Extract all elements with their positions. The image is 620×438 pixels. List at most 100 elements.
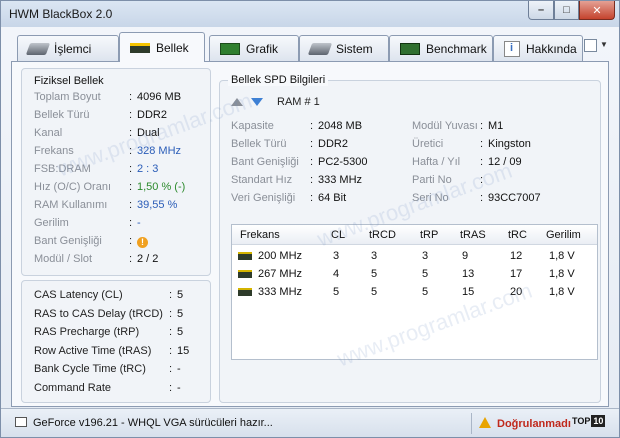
table-cell: 4 bbox=[333, 268, 340, 280]
gpu-icon bbox=[220, 42, 240, 55]
column-header[interactable]: tRC bbox=[508, 229, 527, 241]
status-divider bbox=[471, 413, 472, 434]
row-colon: : bbox=[169, 326, 173, 338]
row-value: - bbox=[137, 217, 141, 229]
table-row: 333 MHz 5 5 5 15 20 1,8 V bbox=[232, 284, 597, 302]
table-cell: 13 bbox=[462, 268, 475, 280]
row-label: Bank Cycle Time (tRC) bbox=[34, 363, 146, 375]
row-colon: : bbox=[480, 174, 484, 186]
timing-row: RAS to CAS Delay (tRCD):5 bbox=[22, 308, 210, 326]
memory-page: Fiziksel Bellek Toplam Boyut:4096 MB Bell… bbox=[11, 61, 609, 407]
row-colon: : bbox=[169, 363, 173, 375]
row-colon: : bbox=[169, 289, 173, 301]
info-row: Gerilim: - bbox=[22, 217, 210, 235]
tab-benchmark[interactable]: Benchmark bbox=[389, 35, 493, 61]
row-value: 15 bbox=[177, 344, 190, 357]
row-colon: : bbox=[480, 156, 484, 168]
tab-memory[interactable]: Bellek bbox=[119, 32, 205, 62]
info-icon bbox=[504, 40, 520, 57]
row-colon: : bbox=[169, 344, 173, 357]
minimize-button[interactable]: – bbox=[528, 1, 554, 20]
tab-graphics[interactable]: Grafik bbox=[209, 35, 299, 61]
cpu-icon bbox=[25, 42, 51, 55]
row-value: 5 bbox=[177, 289, 184, 301]
row-value: 5 bbox=[177, 326, 184, 338]
verification-status[interactable]: Doğrulanmadı bbox=[479, 417, 571, 430]
table-cell: 5 bbox=[371, 268, 378, 280]
row-value: M1 bbox=[488, 120, 504, 132]
table-cell: 3 bbox=[422, 250, 429, 262]
app-window: HWM BlackBox 2.0 – □ ✕ İşlemci Bellek Gr… bbox=[0, 0, 620, 438]
row-colon: : bbox=[129, 217, 133, 229]
info-row: Modül / Slot:2 / 2 bbox=[22, 253, 210, 271]
table-cell: 15 bbox=[462, 286, 475, 298]
timing-row: Bank Cycle Time (tRC): - bbox=[22, 363, 210, 381]
tab-bar: İşlemci Bellek Grafik Sistem Benchmark H… bbox=[11, 32, 611, 62]
screenshot-icon bbox=[584, 39, 597, 52]
timing-row: CAS Latency (CL):5 bbox=[22, 289, 210, 307]
status-text: GeForce v196.21 - WHQL VGA sürücüleri ha… bbox=[33, 417, 273, 429]
row-value: Kingston bbox=[488, 138, 531, 150]
timings-panel: CAS Latency (CL):5 RAS to CAS Delay (tRCD… bbox=[21, 280, 211, 403]
spd-title: Bellek SPD Bilgileri bbox=[228, 74, 329, 86]
row-label: Modül Yuvası bbox=[412, 120, 478, 132]
tab-system[interactable]: Sistem bbox=[299, 35, 389, 61]
row-colon: : bbox=[129, 235, 133, 247]
table-row: 200 MHz 3 3 3 9 12 1,8 V bbox=[232, 248, 597, 266]
spd-row: Modül Yuvası: M1 bbox=[12, 120, 610, 138]
ram-selector[interactable]: RAM # 1 bbox=[231, 96, 331, 112]
row-value: 2 / 2 bbox=[137, 253, 159, 265]
tools-menu-button[interactable]: ▼ bbox=[584, 37, 608, 57]
table-row: 267 MHz 4 5 5 13 17 1,8 V bbox=[232, 266, 597, 284]
tab-about[interactable]: Hakkında bbox=[493, 35, 583, 61]
row-value: 12 / 09 bbox=[488, 156, 522, 168]
row-value: 4096 MB bbox=[137, 91, 182, 103]
row-colon: : bbox=[480, 120, 484, 132]
table-cell: 5 bbox=[371, 286, 378, 298]
table-cell: 200 MHz bbox=[258, 250, 303, 262]
status-message: GeForce v196.21 - WHQL VGA sürücüleri ha… bbox=[15, 417, 273, 429]
row-label: Row Active Time (tRAS) bbox=[34, 344, 152, 357]
memory-icon bbox=[238, 252, 252, 260]
spd-row: Parti No: bbox=[12, 174, 610, 192]
column-header[interactable]: CL bbox=[331, 229, 345, 241]
window-title: HWM BlackBox 2.0 bbox=[9, 7, 113, 21]
row-value: - bbox=[177, 363, 181, 375]
table-cell: 5 bbox=[422, 286, 429, 298]
row-label: Gerilim bbox=[34, 217, 69, 229]
row-label: Hafta / Yıl bbox=[412, 156, 461, 168]
tab-label: Hakkında bbox=[526, 41, 577, 56]
title-bar: HWM BlackBox 2.0 – □ ✕ bbox=[1, 1, 619, 27]
table-cell: 1,8 V bbox=[549, 268, 575, 280]
verification-text: Doğrulanmadı bbox=[497, 418, 571, 430]
chevron-down-icon: ▼ bbox=[600, 40, 608, 49]
row-value: 93CC7007 bbox=[488, 192, 541, 204]
column-header[interactable]: tRAS bbox=[460, 229, 486, 241]
info-row: Bant Genişliği:! bbox=[22, 235, 210, 253]
table-cell: 3 bbox=[333, 250, 340, 262]
logo-part: 10 bbox=[591, 415, 606, 427]
row-colon: : bbox=[480, 192, 484, 204]
memory-icon bbox=[238, 270, 252, 278]
column-header[interactable]: Gerilim bbox=[546, 229, 581, 241]
timing-row: Command Rate: - bbox=[22, 382, 210, 400]
column-header[interactable]: tRCD bbox=[369, 229, 396, 241]
memory-icon bbox=[238, 288, 252, 296]
warning-icon: ! bbox=[137, 237, 148, 248]
column-header[interactable]: Frekans bbox=[240, 229, 280, 241]
next-ram-icon[interactable] bbox=[251, 98, 263, 106]
table-header: Frekans CL tRCD tRP tRAS tRC Gerilim bbox=[232, 225, 597, 245]
spd-row: Üretici: Kingston bbox=[12, 138, 610, 156]
benchmark-icon bbox=[400, 42, 420, 55]
row-value: - bbox=[177, 381, 181, 394]
close-button[interactable]: ✕ bbox=[579, 1, 615, 20]
row-label: Seri No bbox=[412, 192, 449, 204]
system-icon bbox=[307, 42, 333, 55]
warning-icon bbox=[479, 417, 491, 428]
previous-ram-icon[interactable] bbox=[231, 98, 243, 106]
maximize-button[interactable]: □ bbox=[554, 1, 579, 20]
tab-cpu[interactable]: İşlemci bbox=[17, 35, 119, 61]
tab-label: İşlemci bbox=[54, 41, 92, 56]
column-header[interactable]: tRP bbox=[420, 229, 438, 241]
panel-title: Fiziksel Bellek bbox=[34, 75, 104, 87]
